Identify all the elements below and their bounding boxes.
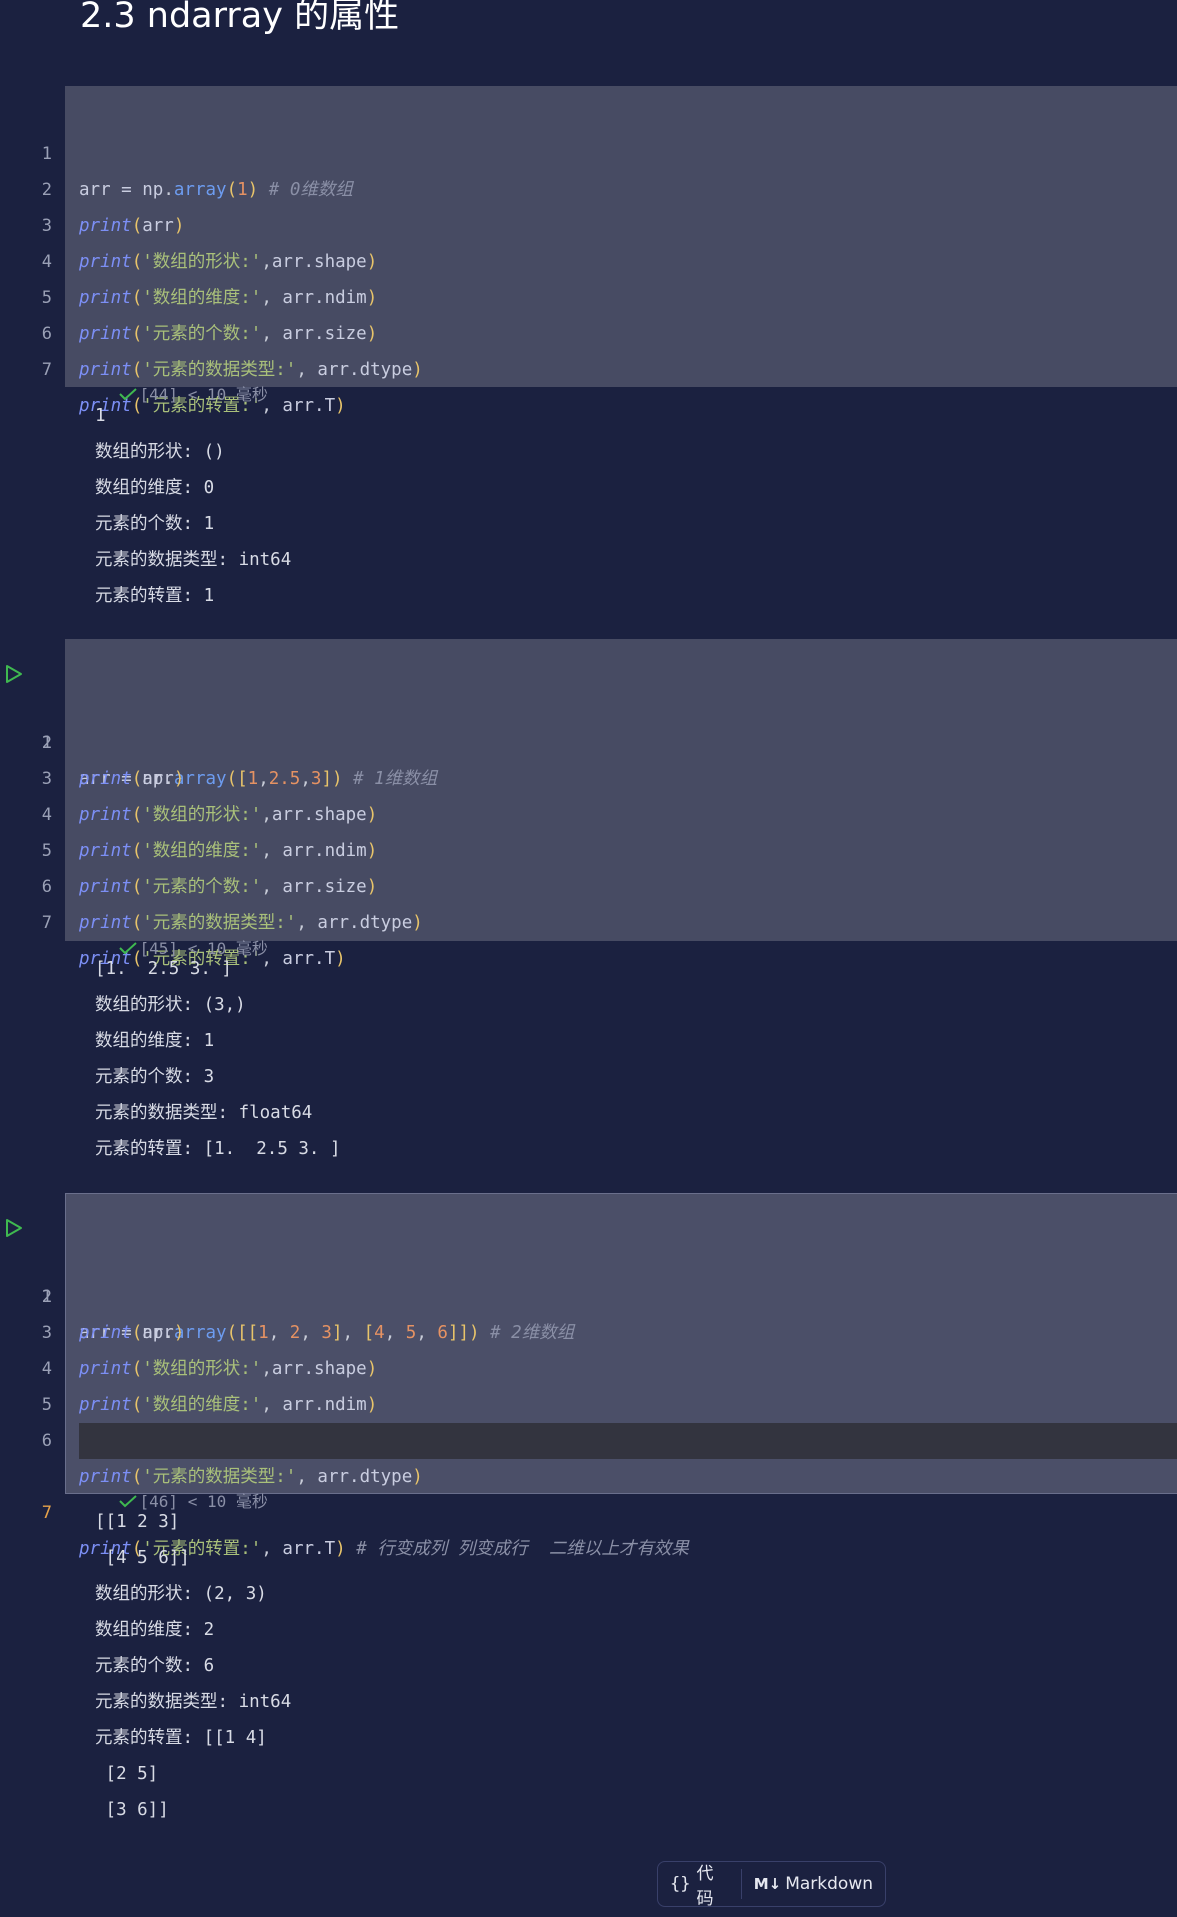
current-line-highlight <box>79 1423 1177 1459</box>
code-line[interactable]: 4 print('数组的维度:', arr.ndim) <box>0 761 1177 861</box>
section-heading: 2.3 ndarray 的属性 <box>80 0 400 36</box>
code-line[interactable]: 6 print('元素的数据类型:', arr.dtype) <box>0 833 1177 933</box>
code-line[interactable]: 2 print(arr) <box>0 136 1177 236</box>
code-line[interactable]: 6 print('元素的数据类型:', arr.dtype) <box>0 280 1177 380</box>
code-line[interactable]: 3 print('数组的形状:',arr.shape) <box>0 172 1177 272</box>
add-markdown-cell-button[interactable]: M↓ Markdown <box>742 1862 885 1906</box>
add-cell-toolbar: {} 代码 M↓ Markdown <box>657 1861 886 1909</box>
code-line[interactable]: 1 arr = np.array([[1, 2, 3], [4, 5, 6]])… <box>0 1207 1177 1343</box>
add-code-cell-button[interactable]: {} 代码 <box>658 1862 741 1909</box>
code-line[interactable]: 7 print('元素的转置:', arr.T) <box>0 869 1177 969</box>
execution-status: [45] < 10 毫秒 <box>79 907 268 958</box>
execution-status: [44] < 10 毫秒 <box>79 353 268 404</box>
code-line[interactable]: 4 print('数组的维度:', arr.ndim) <box>0 208 1177 308</box>
code-line[interactable]: 6 print('元素的数据类型:', arr.dtype) <box>0 1387 1177 1487</box>
code-line[interactable]: 1 arr = np.array(1) # 0维数组 <box>0 100 1177 200</box>
check-icon <box>118 382 140 410</box>
code-line-current[interactable]: 7 print('元素的转置:', arr.T) # 行变成列 列变成行 二维以… <box>0 1423 1177 1559</box>
code-line[interactable]: 7 print('元素的转置:', arr.T) <box>0 316 1177 416</box>
execution-status: [46] < 10 毫秒 <box>79 1460 268 1511</box>
code-line[interactable]: 3 print('数组的形状:',arr.shape) <box>0 725 1177 825</box>
code-line[interactable]: 5 print('元素的个数:', arr.size) <box>0 797 1177 897</box>
code-line[interactable]: 2 print(arr) <box>0 689 1177 789</box>
braces-icon: {} <box>670 1874 691 1894</box>
run-cell-button[interactable] <box>4 1215 24 1237</box>
code-line[interactable]: 1 arr = np.array([1,2.5,3]) # 1维数组 <box>0 653 1177 789</box>
code-line[interactable]: 2 print(arr) <box>0 1243 1177 1343</box>
code-line[interactable]: 4 print('数组的维度:', arr.ndim) <box>0 1315 1177 1415</box>
markdown-icon: M↓ <box>753 1875 782 1893</box>
code-line[interactable]: 5 print('元素的个数:', arr.size) <box>0 1351 1177 1451</box>
run-cell-button[interactable] <box>4 661 24 683</box>
code-line[interactable]: 5 print('元素的个数:', arr.size) <box>0 244 1177 344</box>
code-line[interactable]: 3 print('数组的形状:',arr.shape) <box>0 1279 1177 1379</box>
